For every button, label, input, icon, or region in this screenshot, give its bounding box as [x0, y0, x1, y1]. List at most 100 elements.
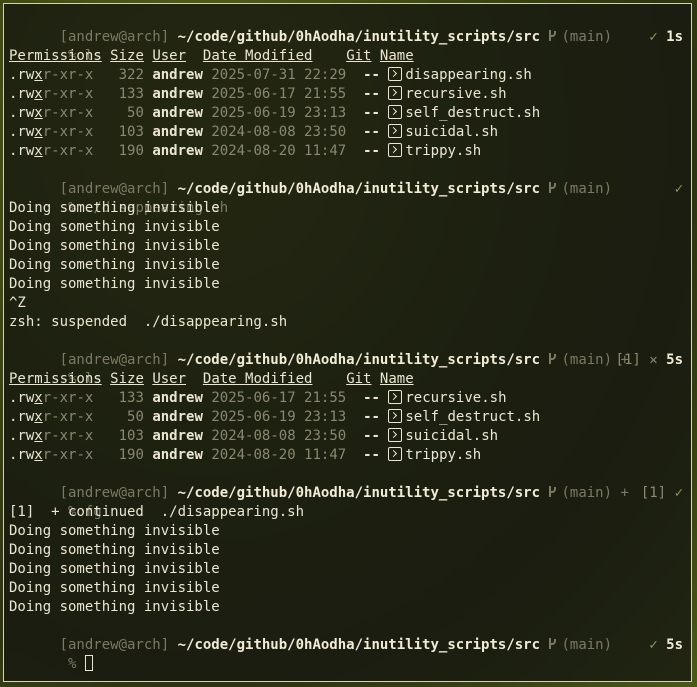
ls-permissions: .rwxr-xr-x	[9, 447, 94, 463]
ls-user: andrew	[152, 124, 203, 140]
ls-user: andrew	[152, 390, 203, 406]
output-line: Doing something invisible	[9, 200, 220, 216]
ls-git: --	[363, 390, 380, 406]
check-icon: ✓	[674, 485, 683, 501]
ls-size: 322	[93, 67, 144, 83]
ls-size: 50	[93, 105, 144, 121]
output-line: Doing something invisible	[9, 523, 220, 539]
ls-date: 2024-08-08 23:50	[211, 124, 347, 140]
ls-date: 2024-08-20 11:47	[211, 143, 347, 159]
ls-filename[interactable]: trippy.sh	[405, 143, 481, 159]
ls-row: .rwxr-xr-x 190 andrew 2024-08-20 11:47 -…	[9, 142, 683, 161]
ls-header-user: User	[152, 48, 187, 64]
ls-git: --	[363, 124, 380, 140]
ls-user: andrew	[152, 67, 203, 83]
ls-user: andrew	[152, 86, 203, 102]
check-icon: ✓	[649, 29, 658, 45]
ls-git: --	[363, 105, 380, 121]
ls-git: --	[363, 409, 380, 425]
ls-git: --	[363, 428, 380, 444]
ls-permissions: .rwxr-xr-x	[9, 105, 94, 121]
ls-header-git: Git	[346, 371, 372, 387]
output-line: Doing something invisible	[9, 599, 220, 615]
ls-filename[interactable]: recursive.sh	[405, 86, 506, 102]
ls-git: --	[363, 86, 380, 102]
ls-row: .rwxr-xr-x 50 andrew 2025-06-19 23:13 --…	[9, 104, 683, 123]
ls-date: 2025-06-19 23:13	[211, 105, 347, 121]
ls-size: 103	[93, 124, 144, 140]
ls-header-date: Date Modified	[202, 48, 313, 64]
ls-filename[interactable]: self_destruct.sh	[405, 105, 540, 121]
ls-header-row: Permissions Size User Date Modified Git …	[9, 47, 683, 66]
ls-header-date: Date Modified	[202, 371, 313, 387]
command-duration: 1s	[666, 29, 683, 45]
ls-header-row: Permissions Size User Date Modified Git …	[9, 370, 683, 389]
command-line: % fg [1] ✓	[9, 484, 683, 520]
ls-filename[interactable]: trippy.sh	[405, 447, 481, 463]
ls-date: 2025-06-19 23:13	[211, 409, 347, 425]
command-line: % ./disappearing.sh ✓	[9, 180, 683, 216]
ls-permissions: .rwxr-xr-x	[9, 143, 94, 159]
file-script-icon	[388, 428, 403, 442]
prompt-line: [andrew@arch] ~/code/github/0hAodha/inut…	[9, 9, 683, 45]
ls-date: 2025-06-17 21:55	[211, 86, 347, 102]
ls-git: --	[363, 447, 380, 463]
text-cursor[interactable]	[84, 655, 93, 671]
output-line: Doing something invisible	[9, 561, 220, 577]
ls-filename[interactable]: self_destruct.sh	[405, 409, 540, 425]
command-duration: 5s	[666, 352, 683, 368]
ls-size: 103	[93, 428, 144, 444]
check-icon: ✓	[674, 181, 683, 197]
file-script-icon	[388, 105, 403, 119]
ls-row: .rwxr-xr-x 322 andrew 2025-07-31 22:29 -…	[9, 66, 683, 85]
ls-permissions: .rwxr-xr-x	[9, 124, 94, 140]
ls-row: .rwxr-xr-x 190 andrew 2024-08-20 11:47 -…	[9, 446, 683, 465]
prompt-line: [andrew@arch] ~/code/github/0hAodha/inut…	[9, 465, 683, 501]
ls-row: .rwxr-xr-x 133 andrew 2025-06-17 21:55 -…	[9, 389, 683, 408]
terminal-window[interactable]: [andrew@arch] ~/code/github/0hAodha/inut…	[3, 3, 692, 682]
ls-size: 133	[93, 86, 144, 102]
ls-row: .rwxr-xr-x 103 andrew 2024-08-08 23:50 -…	[9, 427, 683, 446]
cross-icon: ✕	[649, 352, 658, 368]
ls-date: 2024-08-20 11:47	[211, 447, 347, 463]
ls-header-permissions: Permissions	[9, 48, 102, 64]
ls-filename[interactable]: disappearing.sh	[405, 67, 531, 83]
ls-row: .rwxr-xr-x 133 andrew 2025-06-17 21:55 -…	[9, 85, 683, 104]
ctrl-z-line: ^Z	[9, 295, 26, 311]
output-line: Doing something invisible	[9, 238, 220, 254]
ls-size: 133	[93, 390, 144, 406]
ls-filename[interactable]: recursive.sh	[405, 390, 506, 406]
ls-row: .rwxr-xr-x 103 andrew 2024-08-08 23:50 -…	[9, 123, 683, 142]
output-line: Doing something invisible	[9, 542, 220, 558]
ls-filename[interactable]: suicidal.sh	[405, 428, 498, 444]
ls-user: andrew	[152, 428, 203, 444]
ls-permissions: .rwxr-xr-x	[9, 67, 94, 83]
file-script-icon	[388, 67, 403, 81]
ls-permissions: .rwxr-xr-x	[9, 390, 94, 406]
ls-git: --	[363, 67, 380, 83]
output-line: Doing something invisible	[9, 580, 220, 596]
file-script-icon	[388, 143, 403, 157]
ls-permissions: .rwxr-xr-x	[9, 428, 94, 444]
ls-header-size: Size	[110, 371, 144, 387]
output-line: Doing something invisible	[9, 276, 220, 292]
ls-size: 190	[93, 447, 144, 463]
ls-header-name: Name	[379, 48, 414, 64]
command-line: % ls ✓ 1s	[9, 28, 683, 64]
suspended-line: zsh: suspended ./disappearing.sh	[9, 314, 288, 330]
output-line: Doing something invisible	[9, 219, 220, 235]
ls-permissions: .rwxr-xr-x	[9, 409, 94, 425]
ls-user: andrew	[152, 409, 203, 425]
prompt-line: [andrew@arch] ~/code/github/0hAodha/inut…	[9, 332, 683, 368]
command-duration: 5s	[666, 637, 683, 653]
ls-header-git: Git	[346, 48, 372, 64]
ls-filename[interactable]: suicidal.sh	[405, 124, 498, 140]
jobs-count: [1]	[640, 485, 667, 501]
prompt-line: [andrew@arch] ~/code/github/0hAodha/inut…	[9, 161, 683, 197]
file-script-icon	[388, 409, 403, 423]
ls-header-size: Size	[110, 48, 144, 64]
ls-header-user: User	[152, 371, 187, 387]
ls-date: 2025-07-31 22:29	[211, 67, 347, 83]
command-line[interactable]: % ✓ 5s	[9, 636, 683, 672]
terminal-output[interactable]: [andrew@arch] ~/code/github/0hAodha/inut…	[9, 9, 683, 672]
